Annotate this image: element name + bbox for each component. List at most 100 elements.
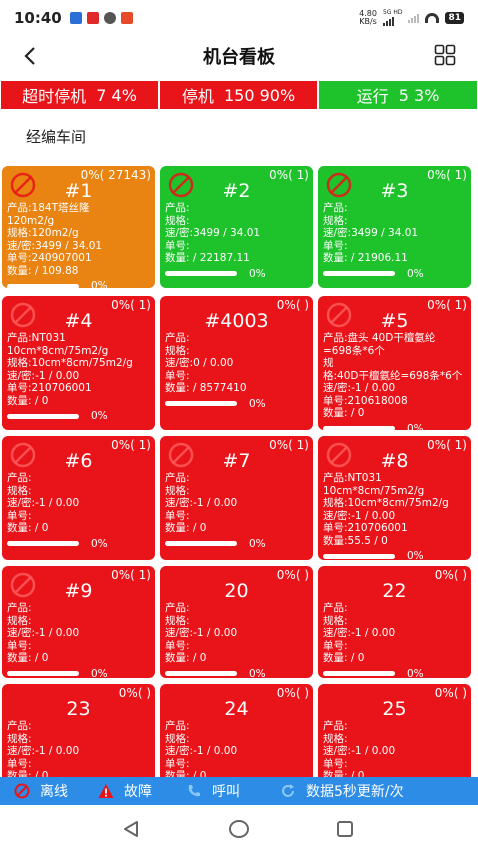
machine-card[interactable]: 0%( ) 20 产品: 规格: 速/密:-1 / 0.00 单号: 数量: / 0 0% (160, 566, 313, 678)
card-machine-number: #7 (222, 450, 251, 472)
machine-card[interactable]: 0%( ) #4003 产品: 规格: 速/密:0 / 0.00 单号: 数量: / 857… (160, 296, 313, 430)
machine-card[interactable]: 0%( ) 24 产品: 规格: 速/密:-1 / 0.00 单号: 数量: / 0 (160, 684, 313, 784)
card-machine-number: #4003 (204, 310, 269, 332)
machine-card[interactable]: 0%( 1) #5 产品:盘头 40D干檀氨纶 =698条*6个规格:40D干檀氨纶=… (318, 296, 471, 430)
card-info: 产品:盘头 40D干檀氨纶 =698条*6个规格:40D干檀氨纶=698条*6个速… (323, 332, 469, 430)
machine-card[interactable]: 0%( 1) #8 产品:NT031 10cm*8cm/75m2/g 规格:10cm*8… (318, 436, 471, 560)
summary-running[interactable]: 运行 5 3% (318, 80, 478, 110)
card-info: 产品: 规格: 速/密:-1 / 0.00 单号: 数量: / 0 0% (165, 472, 311, 550)
card-machine-number: #4 (64, 310, 93, 332)
summary-timeout-stop[interactable]: 超时停机 7 4% (0, 80, 159, 110)
card-info-line: 产品: (165, 332, 190, 344)
status-time: 10:40 (14, 9, 62, 27)
progress-label: 0% (91, 280, 108, 288)
card-info-line: 产品: (7, 720, 32, 732)
card-info: 产品:184T塔丝隆 120m2/g 规格:120m2/g 速/密:3499 / 34… (7, 202, 153, 288)
card-progress: 0% (323, 550, 469, 560)
card-info-line: 数量: / 0 (7, 522, 49, 534)
status-legend: 离线 故障 呼叫 数据5秒更新/次 (0, 777, 478, 805)
card-info-line: 速/密:-1 / 0.00 (7, 627, 80, 639)
machine-card[interactable]: 0%( ) 22 产品: 规格: 速/密:-1 / 0.00 单号: 数量: / 0 0% (318, 566, 471, 678)
card-info-line: 数量: / 8577410 (165, 382, 247, 394)
card-info-line: 单号: (323, 639, 348, 652)
grid-view-icon[interactable] (434, 44, 456, 66)
card-info-line: 产品: (7, 472, 32, 484)
card-info-line: 速/密:-1 / 0.00 (7, 369, 80, 382)
machine-card[interactable]: 0%( 1) #3 产品: 规格: 速/密:3499 / 34.01 单号: 数量: / 2… (318, 166, 471, 288)
progress-label: 0% (407, 667, 424, 679)
card-info-line: 速/密:-1 / 0.00 (165, 497, 238, 509)
machine-card[interactable]: 0%( ) 23 产品: 规格: 速/密:-1 / 0.00 单号: 数量: / 0 (2, 684, 155, 784)
card-info-line: 速/密:-1 / 0.00 (323, 627, 396, 639)
no-entry-icon (14, 783, 30, 799)
card-info: 产品: 规格: 速/密:-1 / 0.00 单号: 数量: / 0 0% (323, 602, 469, 678)
progress-label: 0% (249, 267, 266, 280)
card-info-line: 数量: / 0 (165, 652, 207, 664)
card-info: 产品:NT031 10cm*8cm/75m2/g 规格:10cm*8cm/75m2/… (7, 332, 153, 423)
card-info-line: 产品:NT031 (323, 472, 382, 484)
machine-card[interactable]: 0%( 27143) #1 产品:184T塔丝隆 120m2/g 规格:120m2/g 速… (2, 166, 155, 288)
machine-card[interactable]: 0%( 1) #7 产品: 规格: 速/密:-1 / 0.00 单号: 数量: / 0 0% (160, 436, 313, 560)
card-info-line: 单号: (165, 757, 190, 770)
progress-label: 0% (407, 550, 424, 560)
machine-card[interactable]: 0%( 1) #4 产品:NT031 10cm*8cm/75m2/g 规格:10cm*8… (2, 296, 155, 430)
card-info-line: 规格: (165, 214, 190, 227)
workshop-label: 经编车间 (26, 128, 87, 146)
card-machine-number: 20 (224, 580, 249, 602)
card-info-line: 单号: (165, 639, 190, 652)
progress-bar (165, 271, 237, 277)
card-machine-number: #5 (380, 310, 409, 332)
progress-bar (165, 541, 237, 547)
machine-card[interactable]: 0%( 1) #2 产品: 规格: 速/密:3499 / 34.01 单号: 数量: / 2… (160, 166, 313, 288)
nav-home-icon[interactable] (229, 820, 249, 838)
progress-bar (165, 671, 237, 677)
card-info: 产品: 规格: 速/密:-1 / 0.00 单号: 数量: / 0 0% (7, 602, 153, 678)
card-info-line: 产品: (165, 472, 190, 484)
page-title: 机台看板 (203, 47, 275, 68)
nav-recents-icon[interactable] (337, 821, 353, 837)
card-info-line: 单号: (323, 239, 348, 252)
notification-app-icon (86, 12, 99, 24)
card-info-line: 数量: / 0 (7, 652, 49, 664)
card-machine-number: #1 (64, 180, 93, 202)
card-progress: 0% (323, 422, 469, 431)
summary-stopped[interactable]: 停机 150 90% (159, 80, 318, 110)
progress-bar (323, 553, 395, 559)
card-info-line: 单号: (7, 757, 32, 770)
card-progress: 0% (323, 268, 469, 281)
warning-icon (98, 784, 114, 798)
card-info-line: 产品: (165, 720, 190, 732)
machine-card[interactable]: 0%( ) 25 产品: 规格: 速/密:-1 / 0.00 单号: 数量: / 0 (318, 684, 471, 784)
status-bar: 10:40 4.80 KB/s 5G HD 81 (0, 0, 478, 36)
card-info-line: 数量: / 22187.11 (165, 252, 250, 264)
card-machine-number: #2 (222, 180, 251, 202)
card-info-line: 数量: / 0 (323, 407, 365, 419)
progress-label: 0% (91, 537, 108, 550)
back-arrow-icon[interactable] (20, 46, 40, 66)
card-info-line: 单号:210706001 (7, 382, 92, 394)
card-info: 产品: 规格: 速/密:0 / 0.00 单号: 数量: / 8577410 0% (165, 332, 311, 410)
progress-label: 0% (249, 667, 266, 679)
card-info-line: 单号: (7, 639, 32, 652)
card-info-line: 数量: / 0 (323, 652, 365, 664)
status-right: 4.80 KB/s 5G HD 81 (359, 10, 464, 26)
card-info-line: 规格:120m2/g (7, 227, 79, 239)
app-header: 机台看板 (0, 36, 478, 76)
card-machine-number: #9 (64, 580, 93, 602)
system-nav-bar (0, 806, 478, 850)
card-info-line: 数量: / 21906.11 (323, 252, 408, 264)
card-info-line: 单号:210618008 (323, 394, 408, 407)
nav-back-icon[interactable] (122, 820, 140, 838)
progress-label: 0% (407, 422, 424, 431)
progress-bar (7, 283, 79, 288)
card-progress: 0% (7, 667, 153, 679)
card-progress: 0% (323, 667, 469, 679)
card-info-line: 单号:210706001 (323, 522, 408, 534)
card-machine-number: 22 (382, 580, 407, 602)
machine-card[interactable]: 0%( 1) #9 产品: 规格: 速/密:-1 / 0.00 单号: 数量: / 0 0% (2, 566, 155, 678)
progress-label: 0% (91, 667, 108, 679)
card-info: 产品: 规格: 速/密:3499 / 34.01 单号: 数量: / 22187.11 0… (165, 202, 311, 280)
card-info-line: 产品: (323, 602, 348, 614)
machine-card[interactable]: 0%( 1) #6 产品: 规格: 速/密:-1 / 0.00 单号: 数量: / 0 0% (2, 436, 155, 560)
card-info-line: 产品:184T塔丝隆 (7, 202, 90, 214)
